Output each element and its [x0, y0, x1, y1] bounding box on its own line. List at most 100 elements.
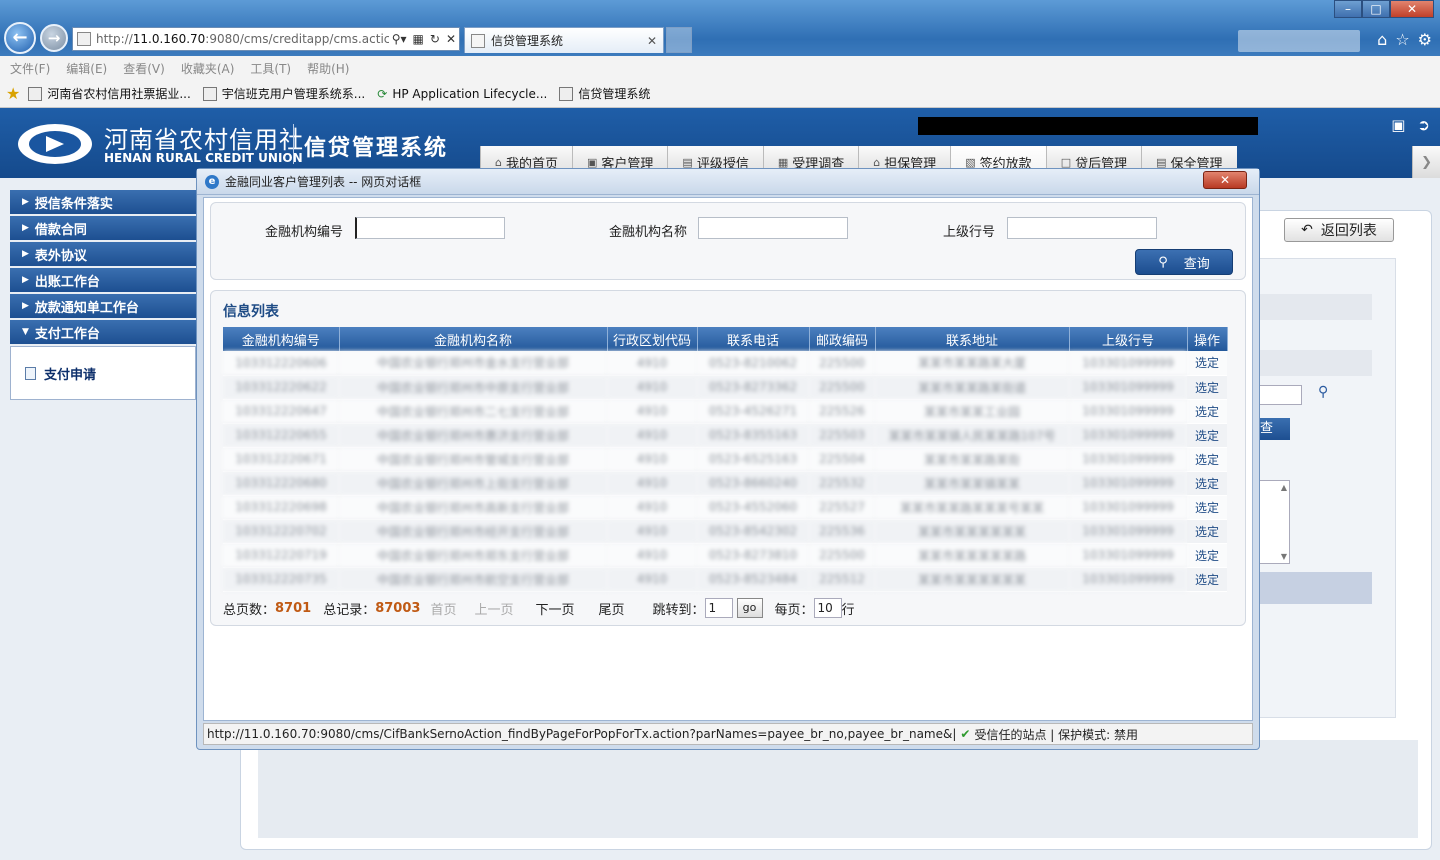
logout-icon[interactable]: ➲	[1417, 116, 1430, 134]
compat-view-icon[interactable]: ▦	[410, 32, 427, 46]
institution-code-input[interactable]	[355, 217, 505, 239]
add-favorite-star-icon[interactable]: ★	[6, 84, 20, 103]
favorite-link[interactable]: 河南省农村信用社票据业...	[28, 85, 191, 102]
column-header[interactable]: 上级行号	[1069, 327, 1188, 351]
menu-view[interactable]: 查看(V)	[123, 60, 165, 77]
table-cell: 中国农业银行郑州市郑东支行营业部	[339, 543, 607, 568]
home-icon[interactable]: ⌂	[1377, 30, 1387, 49]
sidebar-item-loan-contract[interactable]: ▶ 借款合同	[10, 216, 196, 240]
table-cell: 103301099999	[1069, 399, 1187, 424]
table-cell: 0523-4526271	[697, 399, 809, 424]
form-input[interactable]	[1258, 385, 1302, 405]
select-link[interactable]: 选定	[1187, 447, 1227, 472]
next-page-link[interactable]: 下一页	[535, 599, 574, 618]
menu-file[interactable]: 文件(F)	[10, 60, 50, 77]
scroll-up-icon[interactable]: ▲	[1281, 483, 1287, 492]
return-arrow-icon: ↶	[1301, 222, 1313, 238]
first-page-link[interactable]: 首页	[430, 599, 456, 618]
forward-button[interactable]: →	[40, 24, 68, 52]
dialog-close-button[interactable]: ✕	[1203, 171, 1247, 189]
select-link[interactable]: 选定	[1187, 399, 1227, 424]
credit-union-logo-icon	[18, 124, 92, 164]
search-icon[interactable]: ⚲▾	[389, 32, 410, 46]
form-listbox[interactable]: ▲ ▼	[1258, 480, 1290, 564]
menu-tools[interactable]: 工具(T)	[250, 60, 291, 77]
select-link[interactable]: 选定	[1187, 423, 1227, 448]
minimize-button[interactable]: –	[1334, 0, 1362, 18]
sidebar-item-credit-conditions[interactable]: ▶ 授信条件落实	[10, 190, 196, 214]
favorite-link[interactable]: ⟳ HP Application Lifecycle...	[377, 87, 547, 101]
prev-page-link[interactable]: 上一页	[474, 599, 513, 618]
org-name-en: HENAN RURAL CREDIT UNION	[104, 151, 303, 165]
sidebar-item-loan-notice-desk[interactable]: ▶ 放款通知单工作台	[10, 294, 196, 318]
refresh-icon[interactable]: ↻	[427, 32, 443, 46]
select-link[interactable]: 选定	[1187, 495, 1227, 520]
parent-bank-no-input[interactable]	[1007, 217, 1157, 239]
table-cell: 225512	[809, 567, 875, 592]
browser-search-box[interactable]	[1238, 30, 1360, 52]
select-link[interactable]: 选定	[1187, 471, 1227, 496]
go-button[interactable]: go	[736, 598, 763, 618]
table-row: 103312220719 中国农业银行郑州市郑东支行营业部 4910 0523-827…	[223, 543, 1227, 568]
favorite-link[interactable]: 信贷管理系统	[559, 85, 650, 102]
table-cell: 103312220702	[223, 519, 339, 544]
table-cell: 某某市某某路某街	[875, 447, 1069, 472]
institution-table: 金融机构编号 金融机构名称 行政区划代码 联系电话 邮政编码 联系地址 上级行号…	[223, 327, 1228, 592]
table-cell: 225503	[809, 423, 875, 448]
sidebar-item-payment-desk[interactable]: ▼ 支付工作台	[10, 320, 196, 344]
table-cell: 103312220698	[223, 495, 339, 520]
per-page-input[interactable]: 10	[813, 598, 842, 618]
post-loan-icon: □	[1060, 155, 1072, 169]
address-url[interactable]: http://11.0.160.70:9080/cms/creditapp/cm…	[96, 32, 389, 46]
select-link[interactable]: 选定	[1187, 351, 1227, 376]
column-header[interactable]: 金融机构名称	[339, 327, 608, 351]
jump-label: 跳转到：	[652, 602, 705, 618]
sidebar-subitem-payment-application[interactable]: 支付申请	[10, 346, 196, 400]
table-cell: 某某市某某工业园	[875, 399, 1069, 424]
menu-favorites[interactable]: 收藏夹(A)	[181, 60, 235, 77]
address-bar[interactable]: http://11.0.160.70:9080/cms/creditapp/cm…	[72, 27, 460, 51]
column-header[interactable]: 邮政编码	[809, 327, 876, 351]
monitor-icon[interactable]: ▣	[1391, 116, 1405, 134]
query-button[interactable]: ⚲ 查询	[1135, 249, 1233, 275]
sidebar-item-disbursement-desk[interactable]: ▶ 出账工作台	[10, 268, 196, 292]
menu-edit[interactable]: 编辑(E)	[66, 60, 107, 77]
return-to-list-button[interactable]: ↶ 返回列表	[1284, 218, 1394, 242]
main-query-button[interactable]: 查	[1258, 418, 1290, 440]
select-link[interactable]: 选定	[1187, 567, 1227, 592]
scroll-down-icon[interactable]: ▼	[1281, 552, 1287, 561]
table-cell: 0523-8210062	[697, 351, 809, 376]
magnifier-icon[interactable]: ⚲	[1318, 384, 1328, 400]
select-link[interactable]: 选定	[1187, 543, 1227, 568]
select-link[interactable]: 选定	[1187, 375, 1227, 400]
back-button[interactable]: ←	[4, 22, 36, 54]
gear-icon[interactable]: ⚙	[1418, 30, 1432, 49]
preservation-icon: ▤	[1156, 155, 1167, 169]
column-header[interactable]: 联系电话	[697, 327, 810, 351]
table-cell: 中国农业银行郑州市上街支行营业部	[339, 471, 607, 496]
select-link[interactable]: 选定	[1187, 519, 1227, 544]
table-cell: 4910	[607, 495, 697, 520]
table-cell: 4910	[607, 447, 697, 472]
institution-name-input[interactable]	[698, 217, 848, 239]
favorite-link[interactable]: 宇信班克用户管理系统系...	[202, 85, 365, 102]
info-list-panel: 信息列表 金融机构编号 金融机构名称 行政区划代码 联系电话 邮政编码 联系地址…	[210, 290, 1246, 626]
column-header[interactable]: 金融机构编号	[223, 327, 340, 351]
maximize-button[interactable]: □	[1362, 0, 1390, 18]
jump-page-input[interactable]: 1	[704, 598, 733, 618]
column-header[interactable]: 联系地址	[875, 327, 1070, 351]
stop-icon[interactable]: ✕	[443, 32, 459, 46]
column-header[interactable]: 行政区划代码	[607, 327, 698, 351]
favorites-star-icon[interactable]: ☆	[1395, 30, 1409, 49]
window-close-button[interactable]: ✕	[1390, 0, 1434, 18]
browser-tab-active[interactable]: 信贷管理系统 ✕	[464, 27, 664, 53]
nav-scroll-right-icon[interactable]: ❯	[1412, 146, 1440, 178]
table-cell: 0523-8660240	[697, 471, 809, 496]
table-cell: 103301099999	[1069, 375, 1187, 400]
table-row: 103312220680 中国农业银行郑州市上街支行营业部 4910 0523-866…	[223, 471, 1227, 496]
last-page-link[interactable]: 尾页	[599, 599, 625, 618]
tab-close-icon[interactable]: ✕	[641, 34, 663, 48]
sidebar-item-off-balance[interactable]: ▶ 表外协议	[10, 242, 196, 266]
new-tab-button[interactable]	[666, 27, 692, 53]
menu-help[interactable]: 帮助(H)	[307, 60, 349, 77]
